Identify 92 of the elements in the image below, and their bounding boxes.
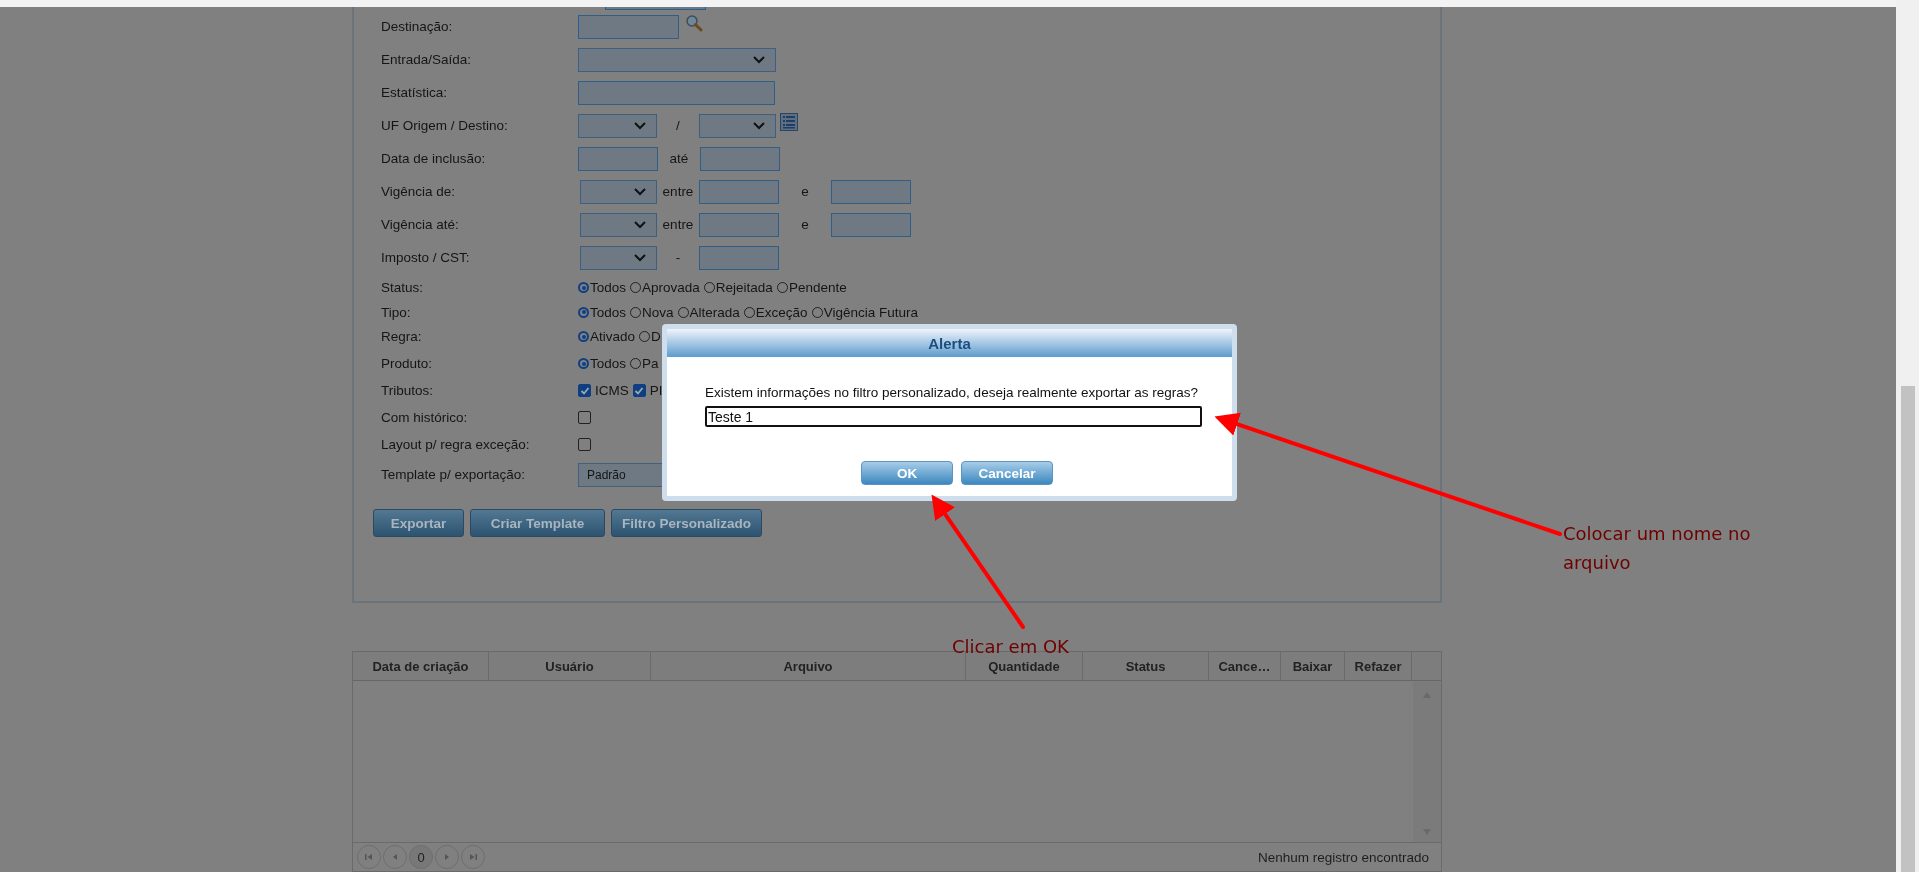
- radio-button[interactable]: [578, 331, 589, 342]
- input-field[interactable]: [699, 245, 779, 270]
- option-label: Pendente: [788, 280, 847, 295]
- option-label: Nova: [642, 304, 674, 320]
- dropdown[interactable]: [578, 113, 657, 138]
- checkbox[interactable]: [578, 438, 591, 451]
- dropdown[interactable]: [580, 179, 657, 204]
- option-label: PI: [649, 383, 663, 398]
- checkbox[interactable]: [578, 411, 591, 424]
- dialog-title: Alerta: [667, 329, 1232, 357]
- field-label: Regra:: [381, 329, 423, 344]
- option-label: Pa: [642, 356, 659, 371]
- field-label: Tributos:: [381, 383, 435, 398]
- chevron-icon: [753, 121, 765, 130]
- page-number[interactable]: 0: [409, 845, 433, 869]
- separator-text: até: [668, 151, 690, 166]
- radio-button[interactable]: [578, 282, 589, 293]
- range-text: e: [800, 217, 810, 232]
- search-icon[interactable]: [685, 13, 703, 32]
- option-label: Ativado: [590, 329, 636, 344]
- field-label: Data de inclusão:: [381, 151, 487, 166]
- option-label: ICMS: [595, 383, 629, 398]
- form-button[interactable]: Exportar: [373, 509, 464, 537]
- field-label: Entrada/Saída:: [381, 52, 473, 67]
- first-page-icon: [364, 852, 374, 862]
- input-field[interactable]: [831, 212, 911, 237]
- option-label: Todos: [590, 280, 627, 295]
- column-header[interactable]: Data de criação: [353, 652, 489, 680]
- dialog-message: Existem informações no filtro personalizado, deseja realmente exportar as regras?: [705, 385, 1199, 400]
- field-label: Vigência de:: [381, 184, 457, 199]
- field-label: Estatística:: [381, 85, 449, 100]
- checkbox[interactable]: [632, 384, 646, 397]
- radio-button[interactable]: [578, 358, 589, 369]
- separator-text: /: [675, 118, 681, 133]
- list-icon[interactable]: [780, 112, 798, 131]
- chevron-icon: [634, 220, 646, 229]
- record-count-text: Nenhum registro encontrado: [1257, 849, 1429, 865]
- field-label: Status:: [381, 280, 425, 295]
- chevron-icon: [634, 121, 646, 130]
- column-header[interactable]: Cance…: [1209, 652, 1281, 680]
- option-label: Exceção: [755, 304, 808, 320]
- option-label: Vigência Futura: [823, 304, 918, 320]
- option-label: Todos: [590, 356, 627, 371]
- input-field[interactable]: [699, 212, 779, 237]
- option-label: Aprovada: [642, 280, 700, 295]
- input-field[interactable]: [578, 14, 679, 39]
- option-label: Todos: [590, 304, 627, 320]
- input-field[interactable]: [578, 80, 775, 105]
- form-button[interactable]: Criar Template: [470, 509, 605, 537]
- input-field[interactable]: [700, 146, 780, 171]
- annotation-text: Colocar um nome no arquivo: [1563, 522, 1752, 575]
- option-label: D: [651, 329, 661, 344]
- field-label: Destinação:: [381, 19, 454, 34]
- input-field[interactable]: [578, 146, 658, 171]
- chevron-icon: [634, 253, 646, 262]
- scrollbar-thumb[interactable]: [1901, 386, 1915, 872]
- dropdown[interactable]: [699, 113, 776, 138]
- field-label: Com histórico:: [381, 410, 469, 425]
- dialog-button[interactable]: OK: [861, 461, 953, 485]
- option-label: Alterada: [689, 304, 740, 320]
- chevron-icon: [753, 55, 765, 64]
- page-scrollbar[interactable]: [1896, 0, 1919, 872]
- dropdown[interactable]: [578, 47, 776, 72]
- column-header[interactable]: Refazer: [1345, 652, 1412, 680]
- last-page-icon: [468, 852, 478, 862]
- checkbox[interactable]: [578, 384, 591, 397]
- dropdown[interactable]: [580, 245, 657, 270]
- field-label: Template p/ exportação:: [381, 467, 527, 482]
- option-label: Rejeitada: [715, 280, 773, 295]
- range-text: e: [800, 184, 810, 199]
- range-text: entre: [661, 184, 695, 199]
- column-header[interactable]: Quantidade: [966, 652, 1083, 680]
- input-field[interactable]: [699, 179, 779, 204]
- form-button[interactable]: Filtro Personalizado: [611, 509, 762, 537]
- field-label: Tipo:: [381, 304, 412, 320]
- input-field[interactable]: [831, 179, 911, 204]
- separator-text: -: [674, 250, 682, 265]
- radio-button[interactable]: [578, 306, 589, 318]
- dropdown[interactable]: [580, 212, 657, 237]
- column-header[interactable]: Baixar: [1281, 652, 1345, 680]
- field-label: Vigência até:: [381, 217, 460, 232]
- file-name-field[interactable]: Teste 1: [705, 406, 1202, 427]
- column-header[interactable]: Usuário: [489, 652, 651, 680]
- dialog-button[interactable]: Cancelar: [961, 461, 1053, 485]
- column-header[interactable]: Arquivo: [651, 652, 966, 680]
- range-text: entre: [661, 217, 695, 232]
- chevron-icon: [634, 187, 646, 196]
- field-label: Imposto / CST:: [381, 250, 471, 265]
- field-label: Layout p/ regra exceção:: [381, 437, 531, 452]
- column-header[interactable]: Status: [1083, 652, 1209, 680]
- field-label: Produto:: [381, 356, 434, 371]
- field-label: UF Origem / Destino:: [381, 118, 509, 133]
